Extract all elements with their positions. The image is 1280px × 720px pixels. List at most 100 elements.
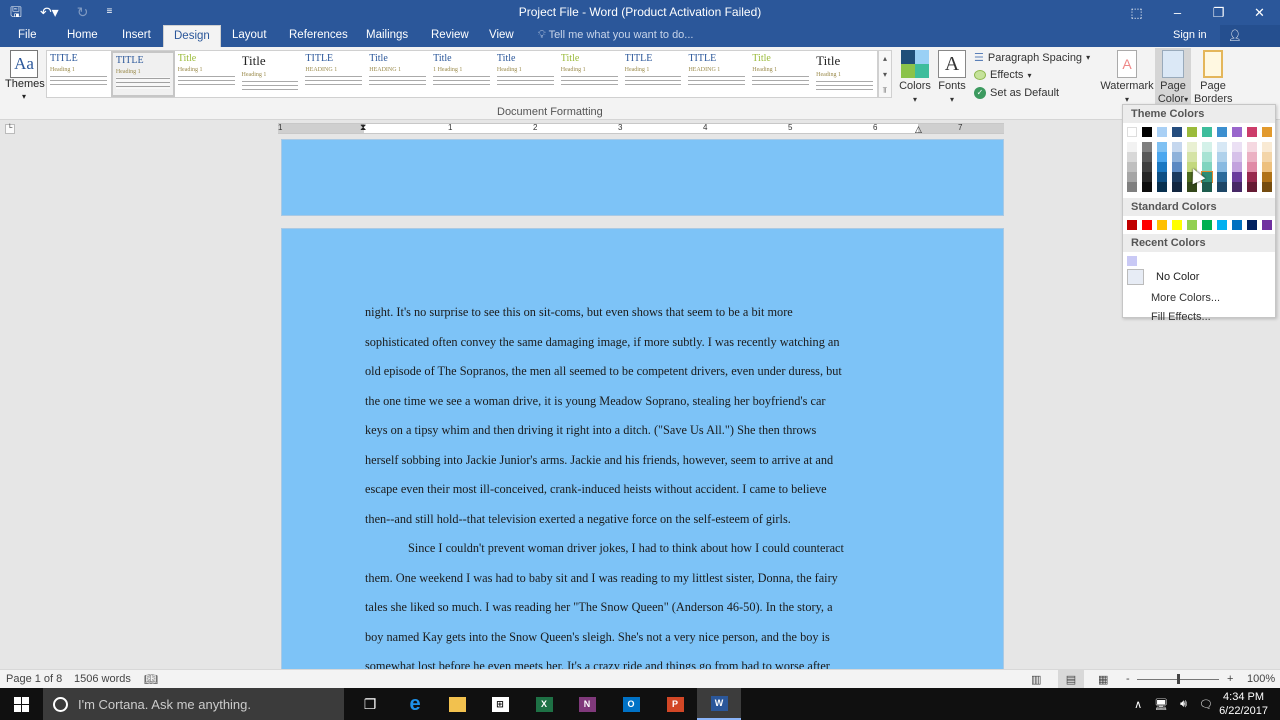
standard-color-swatch[interactable] [1172, 220, 1182, 230]
tab-review[interactable]: Review [421, 25, 479, 47]
store-button[interactable]: ⊞ [478, 688, 522, 720]
word-count[interactable]: 1506 words [74, 673, 131, 685]
standard-color-swatch[interactable] [1142, 220, 1152, 230]
read-mode-icon[interactable]: ▥ [1031, 673, 1041, 686]
theme-shade-swatch[interactable] [1247, 142, 1257, 152]
right-indent-marker[interactable]: △ [915, 124, 922, 135]
theme-shade-swatch[interactable] [1157, 152, 1167, 162]
theme-shade-swatch[interactable] [1202, 142, 1212, 152]
theme-shade-swatch[interactable] [1262, 162, 1272, 172]
restore-button[interactable]: ❐ [1198, 0, 1239, 25]
theme-shade-swatch[interactable] [1172, 162, 1182, 172]
theme-color-swatch[interactable] [1202, 127, 1212, 137]
page-count[interactable]: Page 1 of 8 [6, 673, 62, 685]
start-button[interactable] [0, 688, 43, 720]
standard-color-swatch[interactable] [1217, 220, 1227, 230]
gallery-more-icon[interactable]: ⫪ [879, 83, 891, 99]
theme-shade-swatch[interactable] [1247, 182, 1257, 192]
sign-in-link[interactable]: Sign in [1173, 29, 1207, 41]
document-page[interactable] [281, 139, 1004, 216]
theme-shade-swatch[interactable] [1202, 162, 1212, 172]
theme-color-swatch[interactable] [1157, 127, 1167, 137]
style-set-item[interactable]: Title 1 Heading 1 [430, 51, 494, 97]
theme-color-swatch[interactable] [1127, 127, 1137, 137]
gallery-down-icon[interactable]: ▾ [879, 67, 891, 83]
theme-shade-swatch[interactable] [1217, 162, 1227, 172]
action-center-icon[interactable]: 🗨︎ [1199, 698, 1213, 711]
theme-shade-swatch[interactable] [1157, 182, 1167, 192]
theme-color-swatch[interactable] [1172, 127, 1182, 137]
tab-references[interactable]: References [279, 25, 358, 47]
paragraph-spacing-button[interactable]: ☰ Paragraph Spacing ▾ [974, 51, 1090, 65]
theme-shade-swatch[interactable] [1232, 142, 1242, 152]
theme-shade-swatch[interactable] [1202, 182, 1212, 192]
minimize-button[interactable]: – [1157, 0, 1198, 25]
no-color-item[interactable]: No Color [1123, 266, 1275, 288]
colors-button[interactable]: Colors ▾ [898, 50, 932, 106]
theme-shade-swatch[interactable] [1247, 162, 1257, 172]
tab-view[interactable]: View [479, 25, 524, 47]
theme-shade-swatch[interactable] [1127, 142, 1137, 152]
web-layout-icon[interactable]: ▦ [1098, 673, 1108, 686]
standard-color-swatch[interactable] [1232, 220, 1242, 230]
theme-shade-swatch[interactable] [1262, 152, 1272, 162]
tell-me-box[interactable]: 💡︎ Tell me what you want to do... [538, 29, 693, 42]
style-set-item[interactable]: TITLE Heading 1 [622, 51, 686, 97]
theme-shade-swatch[interactable] [1262, 182, 1272, 192]
close-button[interactable]: ✕ [1239, 0, 1280, 25]
style-set-item[interactable]: TITLE Heading 1 [47, 51, 111, 97]
tab-insert[interactable]: Insert [112, 25, 161, 47]
theme-shade-swatch[interactable] [1172, 152, 1182, 162]
powerpoint-button[interactable]: P [653, 688, 697, 720]
watermark-button[interactable]: A Watermark ▾ [1100, 50, 1154, 106]
theme-shade-swatch[interactable] [1172, 142, 1182, 152]
theme-shade-swatch[interactable] [1142, 152, 1152, 162]
style-set-item[interactable]: TITLE HEADING 1 [685, 51, 749, 97]
standard-color-swatch[interactable] [1202, 220, 1212, 230]
more-colors-item[interactable]: More Colors... [1123, 289, 1275, 308]
theme-shade-swatch[interactable] [1232, 182, 1242, 192]
gallery-up-icon[interactable]: ▴ [879, 51, 891, 67]
task-view-button[interactable]: ❐ [348, 688, 392, 720]
fonts-button[interactable]: A Fonts ▾ [936, 50, 968, 106]
theme-shade-swatch[interactable] [1157, 162, 1167, 172]
theme-shade-swatch[interactable] [1232, 172, 1242, 182]
zoom-slider-thumb[interactable] [1176, 674, 1180, 684]
tab-file[interactable]: File [8, 25, 47, 47]
theme-color-swatch[interactable] [1262, 127, 1272, 137]
outlook-button[interactable]: O [609, 688, 653, 720]
standard-color-swatch[interactable] [1187, 220, 1197, 230]
indent-marker[interactable]: ⧗ [360, 122, 366, 133]
style-set-item[interactable]: Title HEADING 1 [366, 51, 430, 97]
theme-shade-swatch[interactable] [1142, 182, 1152, 192]
tab-selector[interactable]: └ [5, 124, 15, 134]
tab-home[interactable]: Home [57, 25, 108, 47]
excel-button[interactable]: X [522, 688, 566, 720]
theme-shade-swatch[interactable] [1187, 142, 1197, 152]
theme-shade-swatch[interactable] [1217, 182, 1227, 192]
standard-color-swatch[interactable] [1157, 220, 1167, 230]
theme-shade-swatch[interactable] [1127, 162, 1137, 172]
cortana-search-box[interactable]: I'm Cortana. Ask me anything. [43, 688, 344, 720]
zoom-in-button[interactable]: + [1227, 673, 1233, 685]
fill-effects-item[interactable]: Fill Effects... [1123, 308, 1275, 327]
theme-shade-swatch[interactable] [1232, 162, 1242, 172]
edge-button[interactable]: e [393, 688, 437, 720]
theme-shade-swatch[interactable] [1262, 142, 1272, 152]
theme-shade-swatch[interactable] [1217, 152, 1227, 162]
theme-shade-swatch[interactable] [1247, 152, 1257, 162]
style-set-item[interactable]: Title Heading 1 [494, 51, 558, 97]
share-button[interactable]: 👤︎ Share [1220, 25, 1280, 64]
zoom-level[interactable]: 100% [1247, 673, 1275, 685]
effects-button[interactable]: Effects ▾ [974, 69, 1031, 81]
theme-shade-swatch[interactable] [1142, 172, 1152, 182]
set-as-default-button[interactable]: ✓ Set as Default [974, 87, 1059, 99]
network-icon[interactable]: 🖥︎ [1154, 698, 1168, 711]
theme-shade-swatch[interactable] [1202, 152, 1212, 162]
standard-color-swatch[interactable] [1262, 220, 1272, 230]
page-borders-button[interactable]: Page Borders [1194, 50, 1233, 106]
zoom-out-button[interactable]: - [1126, 673, 1130, 685]
proofing-icon[interactable]: 📖︎ [144, 673, 158, 686]
style-set-item[interactable]: Title Heading 1 [749, 51, 813, 97]
theme-color-swatch[interactable] [1187, 127, 1197, 137]
